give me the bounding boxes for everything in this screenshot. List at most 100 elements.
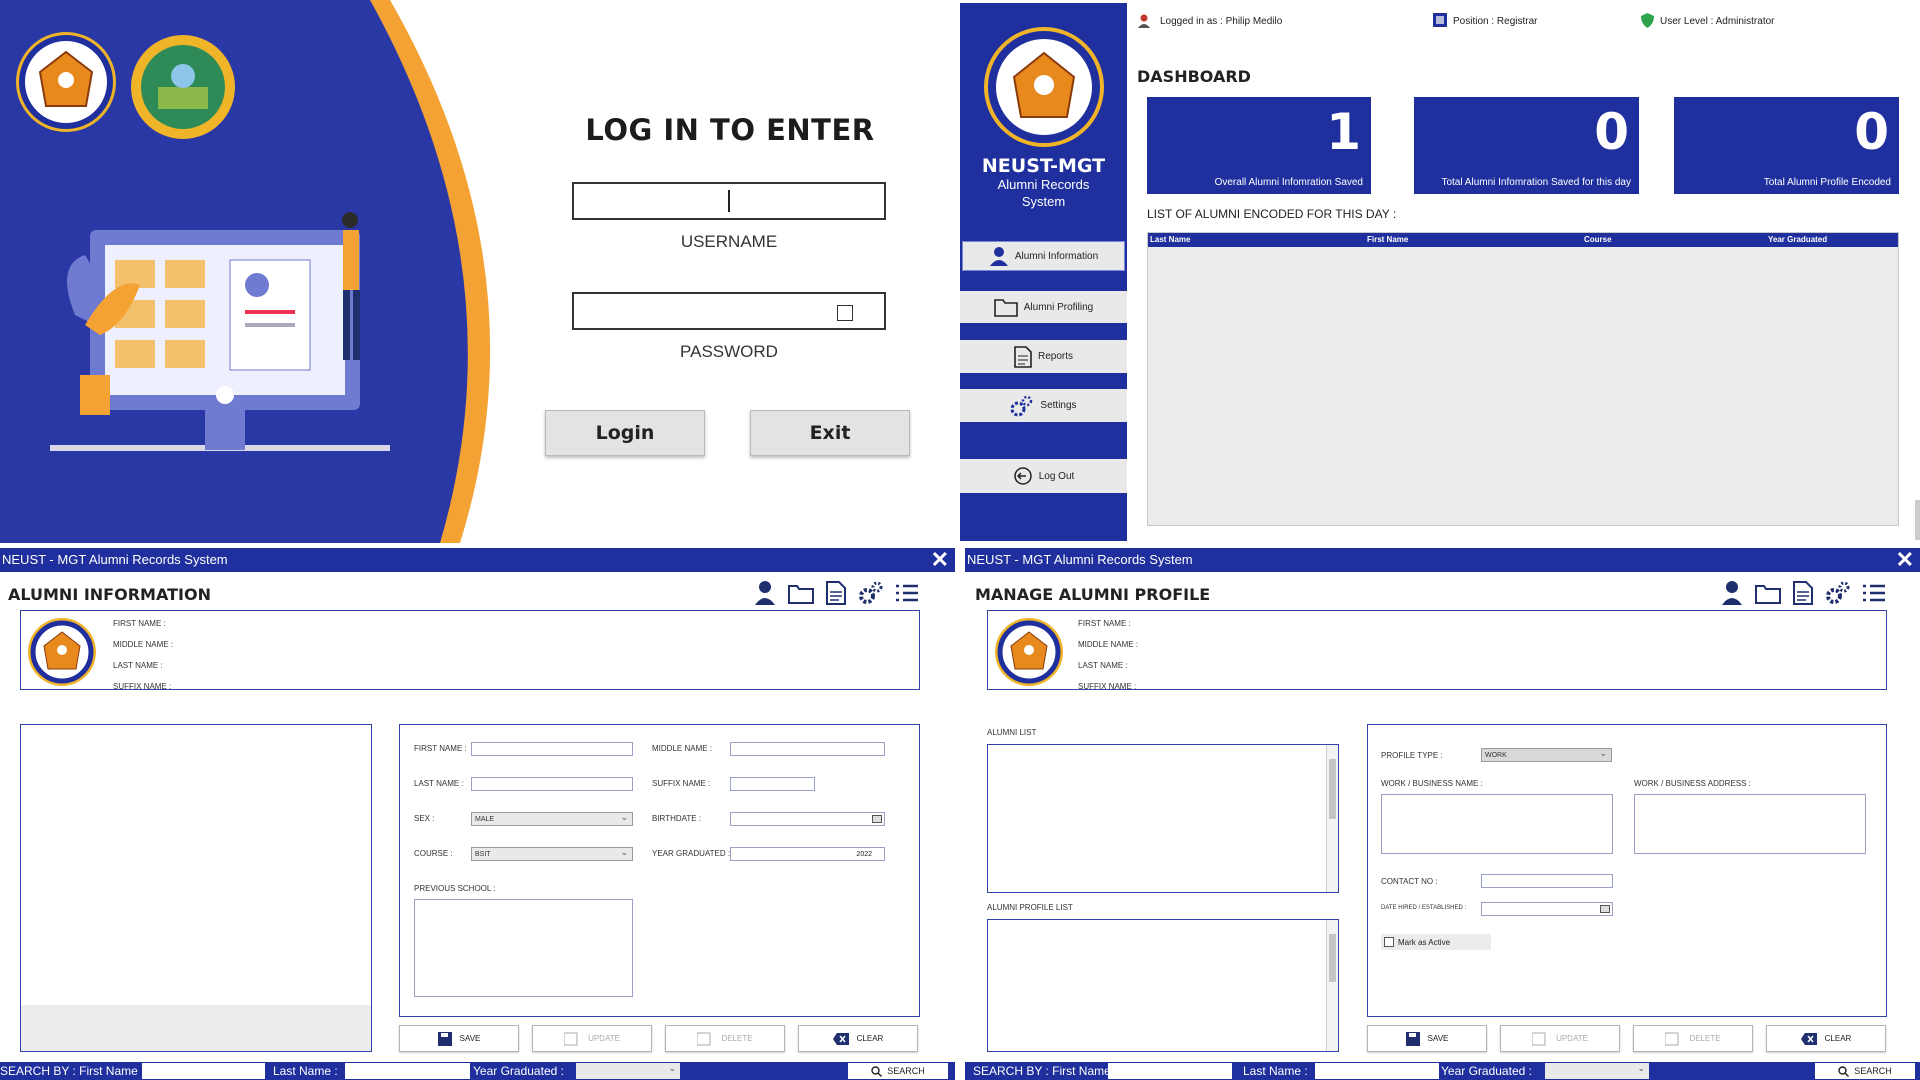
search-last-name-input[interactable] [345,1063,470,1079]
login-button[interactable]: Login [545,410,705,456]
scrollbar-thumb[interactable] [1329,934,1336,982]
sidebar-item-label: Alumni Profiling [1023,301,1094,313]
sidebar-item-reports[interactable]: Reports [960,340,1127,373]
user-icon[interactable] [1722,581,1742,605]
sidebar-item-settings[interactable]: Settings [960,389,1127,422]
calendar-icon[interactable] [1600,905,1610,913]
column-header-last-name[interactable]: Last Name [1150,233,1190,247]
summary-middle-name-label: MIDDLE NAME : [113,640,174,649]
scrollbar[interactable] [1326,745,1338,892]
save-label: SAVE [459,1034,481,1043]
course-select[interactable]: BSIT [471,846,633,861]
update-button[interactable]: UPDATE [532,1025,652,1052]
alumni-list[interactable] [987,744,1339,893]
exit-button[interactable]: Exit [750,410,910,456]
column-header-year-graduated[interactable]: Year Graduated [1768,233,1827,247]
work-name-textarea[interactable] [1381,794,1613,854]
sidebar-item-label: Log Out [1038,470,1075,482]
close-icon[interactable]: ✕ [1896,548,1914,572]
clear-button[interactable]: CLEAR [798,1025,918,1052]
stat-value: 0 [1854,103,1889,161]
delete-button[interactable]: DELETE [665,1025,785,1052]
dashboard-title: DASHBOARD [1137,67,1251,86]
suffix-name-input[interactable] [730,777,815,791]
summary-first-name-label: FIRST NAME : [113,619,166,628]
course-label: COURSE : [414,849,453,858]
encoded-alumni-table[interactable]: Last Name First Name Course Year Graduat… [1147,232,1899,526]
gears-icon[interactable] [858,581,884,605]
folder-icon [993,299,1018,317]
last-name-label: LAST NAME : [414,779,464,788]
birthdate-picker[interactable] [730,812,885,826]
alumni-information-window: NEUST - MGT Alumni Records System ✕ ALUM… [0,548,955,1080]
search-year-select[interactable]: ⌄ [576,1063,680,1079]
neust-seal-logo [995,618,1063,686]
column-header-first-name[interactable]: First Name [1367,233,1408,247]
document-icon[interactable] [826,581,846,605]
shield-icon [1641,13,1654,28]
column-header-course[interactable]: Course [1584,233,1612,247]
search-first-name-input[interactable] [142,1063,265,1079]
search-button[interactable]: SEARCH [1815,1063,1915,1079]
search-button[interactable]: SEARCH [848,1063,948,1079]
sidebar-item-alumni-profiling[interactable]: Alumni Profiling [960,291,1127,323]
close-icon[interactable]: ✕ [931,548,949,572]
save-button[interactable]: SAVE [399,1025,519,1052]
delete-icon [1665,1032,1679,1045]
summary-suffix-name-label: SUFFIX NAME : [113,682,172,691]
alumni-profile-window: NEUST - MGT Alumni Records System ✕ MANA… [965,548,1920,1080]
username-input[interactable] [572,182,886,220]
password-input[interactable] [572,292,886,330]
previous-school-textarea[interactable] [414,899,633,997]
document-icon[interactable] [1793,581,1813,605]
update-icon [1532,1032,1546,1045]
password-label: PASSWORD [680,342,778,361]
user-icon [1138,14,1150,28]
folder-icon[interactable] [1755,583,1781,604]
clear-icon [1800,1032,1817,1045]
update-button[interactable]: UPDATE [1500,1025,1620,1052]
summary-first-name-label: FIRST NAME : [1078,619,1131,628]
last-name-input[interactable] [471,777,633,791]
folder-icon[interactable] [788,583,814,604]
middle-name-input[interactable] [730,742,885,756]
scrollbar-thumb[interactable] [1329,759,1336,819]
checkbox-box[interactable] [1384,937,1394,947]
clear-icon [832,1032,849,1045]
search-first-name-input[interactable] [1108,1063,1232,1079]
calendar-icon[interactable] [872,815,882,823]
save-icon [1405,1031,1420,1046]
stat-card-today: 0 Total Alumni Infomration Saved for thi… [1414,97,1639,194]
work-address-textarea[interactable] [1634,794,1866,854]
sidebar-item-log-out[interactable]: Log Out [960,459,1127,493]
scrollbar[interactable] [1326,920,1338,1051]
mark-active-checkbox[interactable]: Mark as Active [1381,934,1491,950]
gears-icon[interactable] [1825,581,1851,605]
alumni-list-panel[interactable] [20,724,372,1052]
contact-input[interactable] [1481,874,1613,888]
search-year-select[interactable]: ⌄ [1545,1063,1649,1079]
show-password-checkbox[interactable] [837,305,853,321]
search-last-name-input[interactable] [1315,1063,1439,1079]
sex-select[interactable]: MALE [471,811,633,826]
neust-seal-logo [16,32,116,132]
sidebar-item-alumni-information[interactable]: Alumni Information [962,241,1125,271]
scrollbar[interactable] [1915,500,1920,540]
date-hired-picker[interactable] [1481,902,1613,916]
sex-label: SEX : [414,814,435,823]
profile-type-select[interactable]: WORK [1481,747,1612,762]
window-title: NEUST - MGT Alumni Records System [967,552,1193,567]
clear-button[interactable]: CLEAR [1766,1025,1886,1052]
save-button[interactable]: SAVE [1367,1025,1487,1052]
list-icon[interactable] [1863,584,1885,602]
list-icon[interactable] [896,584,918,602]
first-name-input[interactable] [471,742,633,756]
user-position: Position : Registrar [1453,16,1538,27]
user-icon[interactable] [755,581,775,605]
search-button-label: SEARCH [887,1066,925,1076]
delete-button[interactable]: DELETE [1633,1025,1753,1052]
alumni-profile-list[interactable] [987,919,1339,1052]
save-icon [437,1031,452,1046]
search-last-name-label: Last Name : [273,1064,338,1078]
year-graduated-stepper[interactable]: 2022 [730,847,885,861]
